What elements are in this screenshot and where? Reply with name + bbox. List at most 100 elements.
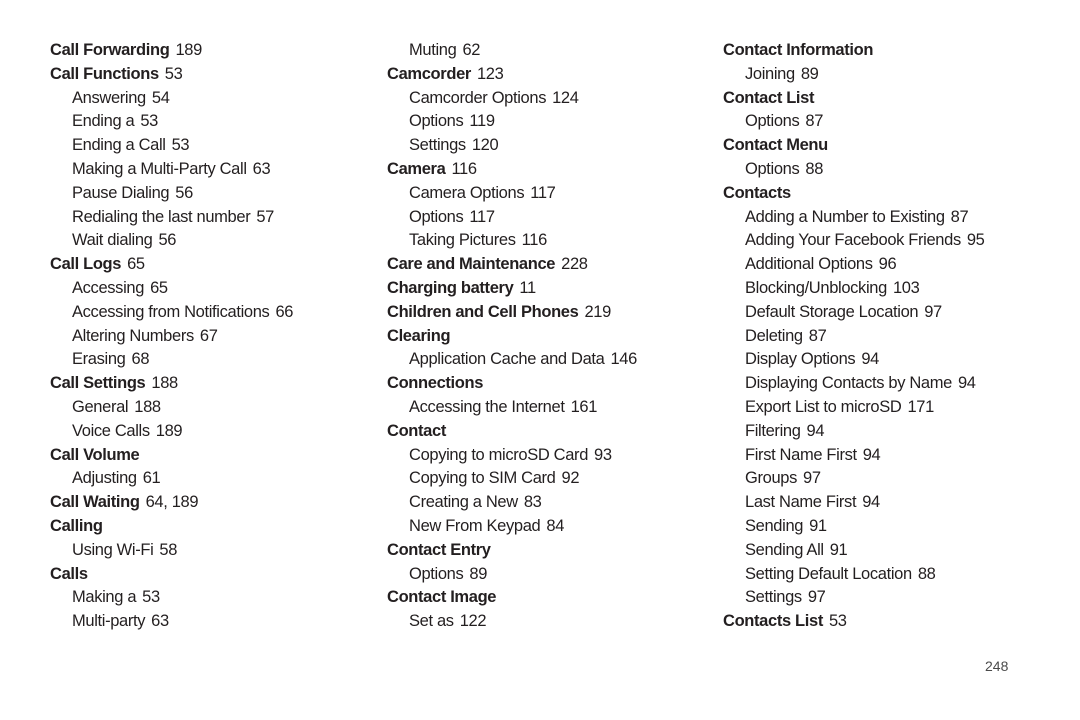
page-reference: 91 xyxy=(829,540,848,559)
page-reference: 94 xyxy=(806,421,825,440)
index-term: Camera Options xyxy=(409,183,525,202)
index-subentry: Display Options 94 xyxy=(723,348,985,372)
index-term: Setting Default Location xyxy=(745,564,912,583)
index-term: Contact Menu xyxy=(723,136,828,155)
index-subentry: General 188 xyxy=(50,396,293,420)
page-reference: 67 xyxy=(199,326,218,345)
index-subentry: Ending a Call 53 xyxy=(50,134,293,158)
index-subentry: Wait dialing 56 xyxy=(50,229,293,253)
index-term: Options xyxy=(745,159,800,178)
index-entry: Clearing xyxy=(387,325,637,349)
page-reference: 65 xyxy=(150,278,168,297)
index-term: Sending All xyxy=(745,540,824,559)
index-subentry: Adding a Number to Existing 87 xyxy=(723,206,985,230)
index-term: Call Waiting xyxy=(50,493,140,512)
page-reference: 53 xyxy=(828,612,847,631)
index-entry: Connections xyxy=(387,372,637,396)
page-reference: 53 xyxy=(142,588,160,607)
page-reference: 89 xyxy=(469,564,488,583)
index-column-1: Call Forwarding 189 Call Functions 53 Answer… xyxy=(50,39,293,634)
index-subentry: Pause Dialing 56 xyxy=(50,182,293,206)
index-term: Set as xyxy=(409,612,454,631)
index-subentry: Blocking/Unblocking 103 xyxy=(723,277,985,301)
index-subentry: First Name First 94 xyxy=(723,444,985,468)
index-subentry: Copying to microSD Card 93 xyxy=(387,444,637,468)
index-subentry: Accessing from Notifications 66 xyxy=(50,301,293,325)
index-term: Contact List xyxy=(723,88,815,107)
index-subentry: Application Cache and Data 146 xyxy=(387,348,637,372)
index-term: Displaying Contacts by Name xyxy=(745,374,952,393)
page-reference: 146 xyxy=(610,350,637,369)
index-term: Default Storage Location xyxy=(745,302,919,321)
index-term: Making a Multi-Party Call xyxy=(72,159,247,178)
index-subentry: New From Keypad 84 xyxy=(387,515,637,539)
index-entry: Contact Image xyxy=(387,586,637,610)
index-term: Additional Options xyxy=(745,255,873,274)
index-term: Options xyxy=(409,112,464,131)
index-term: Display Options xyxy=(745,350,856,369)
index-term: Care and Maintenance xyxy=(387,255,556,274)
page-reference: 65 xyxy=(127,255,145,274)
index-term: Voice Calls xyxy=(72,421,150,440)
index-subentry: Export List to microSD 171 xyxy=(723,396,985,420)
index-term: Last Name First xyxy=(745,493,857,512)
index-term: Filtering xyxy=(745,421,801,440)
index-entry: Children and Cell Phones 219 xyxy=(387,301,637,325)
index-term: Options xyxy=(745,112,800,131)
index-entry: Calling xyxy=(50,515,293,539)
index-term: Copying to microSD Card xyxy=(409,445,589,464)
index-term: Deleting xyxy=(745,326,803,345)
index-term: Ending a Call xyxy=(72,136,166,155)
index-subentry: Altering Numbers 67 xyxy=(50,325,293,349)
page-reference: 117 xyxy=(530,183,556,202)
page-reference: 189 xyxy=(155,421,183,440)
index-subentry: Default Storage Location 97 xyxy=(723,301,985,325)
index-column-2: Muting 62 Camcorder 123 Camcorder Options 124… xyxy=(387,39,637,634)
index-term: Joining xyxy=(745,64,795,83)
index-subentry: Last Name First 94 xyxy=(723,491,985,515)
index-subentry: Deleting 87 xyxy=(723,325,985,349)
page-reference: 58 xyxy=(159,540,178,559)
page-reference: 88 xyxy=(917,564,936,583)
page-reference: 61 xyxy=(142,469,161,488)
index-entry: Camera 116 xyxy=(387,158,637,182)
index-subentry: Using Wi-Fi 58 xyxy=(50,539,293,563)
page-reference: 94 xyxy=(862,445,881,464)
index-term: Accessing from Notifications xyxy=(72,302,270,321)
index-subentry: Voice Calls 189 xyxy=(50,420,293,444)
page-reference: 97 xyxy=(807,588,826,607)
page-reference: 188 xyxy=(134,397,161,416)
page-reference: 228 xyxy=(561,255,588,274)
index-subentry: Taking Pictures 116 xyxy=(387,229,637,253)
index-term: Options xyxy=(409,564,464,583)
index-entry: Contacts List 53 xyxy=(723,610,985,634)
page-reference: 92 xyxy=(561,469,580,488)
page-reference: 117 xyxy=(469,207,495,226)
index-term: Making a xyxy=(72,588,137,607)
index-subentry: Set as 122 xyxy=(387,610,637,634)
page-reference: 87 xyxy=(808,326,827,345)
index-subentry: Creating a New 83 xyxy=(387,491,637,515)
index-term: Camcorder xyxy=(387,64,471,83)
page-reference: 123 xyxy=(476,64,504,83)
page-reference: 53 xyxy=(164,64,183,83)
page-reference: 161 xyxy=(570,397,598,416)
index-term: Accessing xyxy=(72,278,145,297)
page-reference: 116 xyxy=(521,231,548,250)
index-subentry: Making a Multi-Party Call 63 xyxy=(50,158,293,182)
index-subentry: Settings 97 xyxy=(723,586,985,610)
index-subentry: Setting Default Location 88 xyxy=(723,563,985,587)
index-entry: Calls xyxy=(50,563,293,587)
page-reference: 53 xyxy=(171,136,190,155)
index-term: Wait dialing xyxy=(72,231,153,250)
index-subentry: Answering 54 xyxy=(50,87,293,111)
index-term: Accessing the Internet xyxy=(409,397,565,416)
index-term: Adding a Number to Existing xyxy=(745,207,945,226)
page-reference: 124 xyxy=(552,88,579,107)
index-term: Camera xyxy=(387,159,446,178)
index-entry: Call Forwarding 189 xyxy=(50,39,293,63)
index-subentry: Ending a 53 xyxy=(50,110,293,134)
index-term: Connections xyxy=(387,374,484,393)
index-entry: Contact Information xyxy=(723,39,985,63)
page-number: 248 xyxy=(985,658,1009,674)
